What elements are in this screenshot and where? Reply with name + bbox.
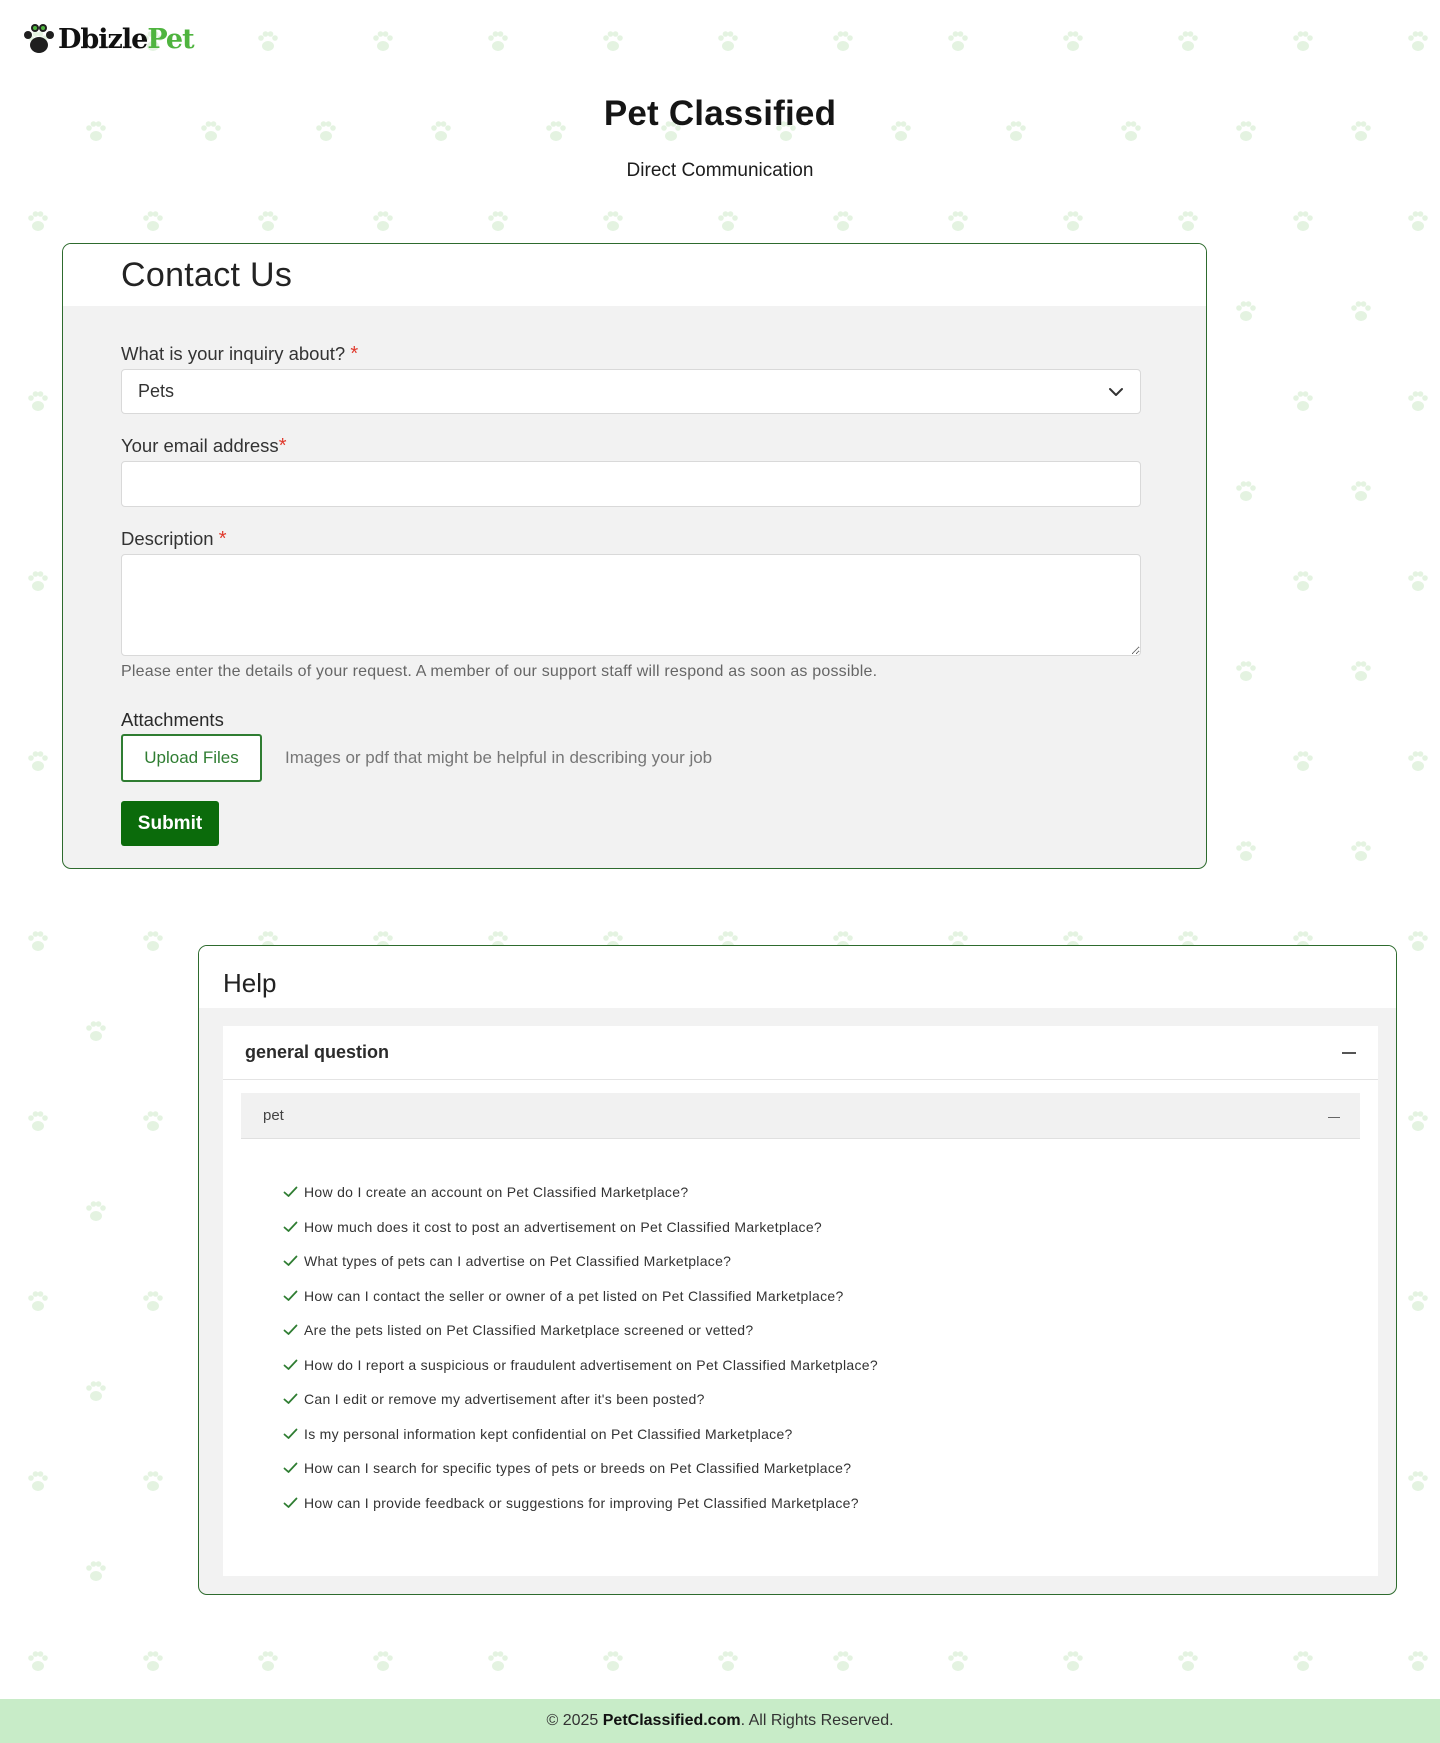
footer-site-link[interactable]: PetClassified.com [603, 1712, 741, 1730]
logo-text: DbizlePet [58, 23, 195, 55]
faq-question-item[interactable]: What types of pets can I advertise on Pe… [283, 1244, 1378, 1279]
description-textarea[interactable] [121, 554, 1141, 656]
footer-copyright-prefix: © 2025 [546, 1712, 599, 1729]
faq-question-text: How can I contact the seller or owner of… [304, 1287, 844, 1304]
required-asterisk: * [218, 528, 227, 550]
inquiry-label: What is your inquiry about? * [121, 343, 358, 366]
help-card: Help general question pet How do I creat… [198, 945, 1397, 1595]
email-field[interactable] [121, 461, 1141, 507]
description-label: Description * [121, 528, 226, 551]
faq-question-text: How can I provide feedback or suggestion… [304, 1494, 859, 1511]
contact-form-card: Contact Us What is your inquiry about? *… [62, 243, 1207, 869]
check-icon [283, 1393, 298, 1405]
required-asterisk: * [278, 435, 287, 457]
faq-question-item[interactable]: How do I report a suspicious or fraudule… [283, 1348, 1378, 1383]
inquiry-label-text: What is your inquiry about? [121, 343, 346, 364]
contact-form: What is your inquiry about? * Pets Your … [63, 306, 1206, 868]
inquiry-select[interactable]: Pets [121, 369, 1141, 414]
check-icon [283, 1462, 298, 1474]
contact-title: Contact Us [121, 255, 293, 294]
faq-question-list: How do I create an account on Pet Classi… [223, 1139, 1378, 1520]
faq-question-item[interactable]: Are the pets listed on Pet Classified Ma… [283, 1313, 1378, 1348]
sub-accordion-title: pet [263, 1107, 284, 1124]
check-icon [283, 1255, 298, 1267]
faq-question-item[interactable]: How do I create an account on Pet Classi… [283, 1175, 1378, 1210]
chevron-down-icon [1109, 387, 1123, 396]
footer-rights-text: . All Rights Reserved. [740, 1712, 894, 1729]
faq-question-item[interactable]: How can I contact the seller or owner of… [283, 1279, 1378, 1314]
page-subtitle: Direct Communication [626, 160, 814, 181]
footer: © 2025 PetClassified.com. All Rights Res… [0, 1699, 1440, 1743]
site-logo[interactable]: DbizlePet [22, 22, 195, 56]
collapse-minus-icon[interactable] [1342, 1051, 1356, 1054]
description-label-text: Description [121, 528, 214, 549]
required-asterisk: * [350, 343, 359, 365]
email-label-text: Your email address [121, 435, 279, 456]
paw-logo-icon [24, 24, 54, 53]
page-title: Pet Classified [603, 94, 837, 133]
check-icon [283, 1186, 298, 1198]
faq-question-text: What types of pets can I advertise on Pe… [304, 1253, 732, 1270]
faq-question-text: Are the pets listed on Pet Classified Ma… [304, 1322, 754, 1339]
description-help-text: Please enter the details of your request… [121, 663, 878, 680]
faq-question-text: How do I report a suspicious or fraudule… [304, 1356, 878, 1373]
check-icon [283, 1359, 298, 1370]
logo-text-part2: Pet [147, 23, 194, 55]
faq-question-text: Is my personal information kept confiden… [304, 1425, 793, 1442]
check-icon [283, 1324, 298, 1336]
logo-text-part1: Dbizle [58, 23, 148, 55]
faq-question-text: How can I search for specific types of p… [304, 1460, 852, 1477]
collapse-minus-icon[interactable] [1328, 1116, 1340, 1119]
check-icon [283, 1290, 298, 1301]
help-title: Help [223, 967, 277, 998]
faq-question-item[interactable]: How can I search for specific types of p… [283, 1451, 1378, 1486]
faq-question-text: Can I edit or remove my advertisement af… [304, 1391, 705, 1408]
upload-hint-text: Images or pdf that might be helpful in d… [285, 748, 713, 767]
check-icon [283, 1497, 298, 1508]
accordion-header-general-question[interactable]: general question [223, 1026, 1378, 1080]
email-label: Your email address* [121, 435, 286, 458]
upload-files-button[interactable]: Upload Files [121, 734, 262, 782]
check-icon [283, 1428, 298, 1439]
faq-question-item[interactable]: How much does it cost to post an adverti… [283, 1210, 1378, 1245]
attachments-label: Attachments [121, 709, 224, 730]
faq-question-text: How do I create an account on Pet Classi… [304, 1184, 689, 1201]
check-icon [283, 1221, 298, 1232]
accordion-title: general question [245, 1042, 390, 1062]
accordion-header-pet[interactable]: pet [241, 1093, 1360, 1139]
contact-card-header: Contact Us [63, 244, 1206, 306]
help-card-header: Help [199, 946, 1396, 1008]
faq-question-item[interactable]: Can I edit or remove my advertisement af… [283, 1382, 1378, 1417]
submit-button[interactable]: Submit [121, 801, 219, 846]
help-accordion: general question pet How do I create an … [223, 1026, 1378, 1576]
inquiry-select-value: Pets [138, 381, 175, 401]
faq-question-item[interactable]: How can I provide feedback or suggestion… [283, 1486, 1378, 1521]
faq-question-text: How much does it cost to post an adverti… [304, 1218, 823, 1235]
faq-question-item[interactable]: Is my personal information kept confiden… [283, 1417, 1378, 1452]
